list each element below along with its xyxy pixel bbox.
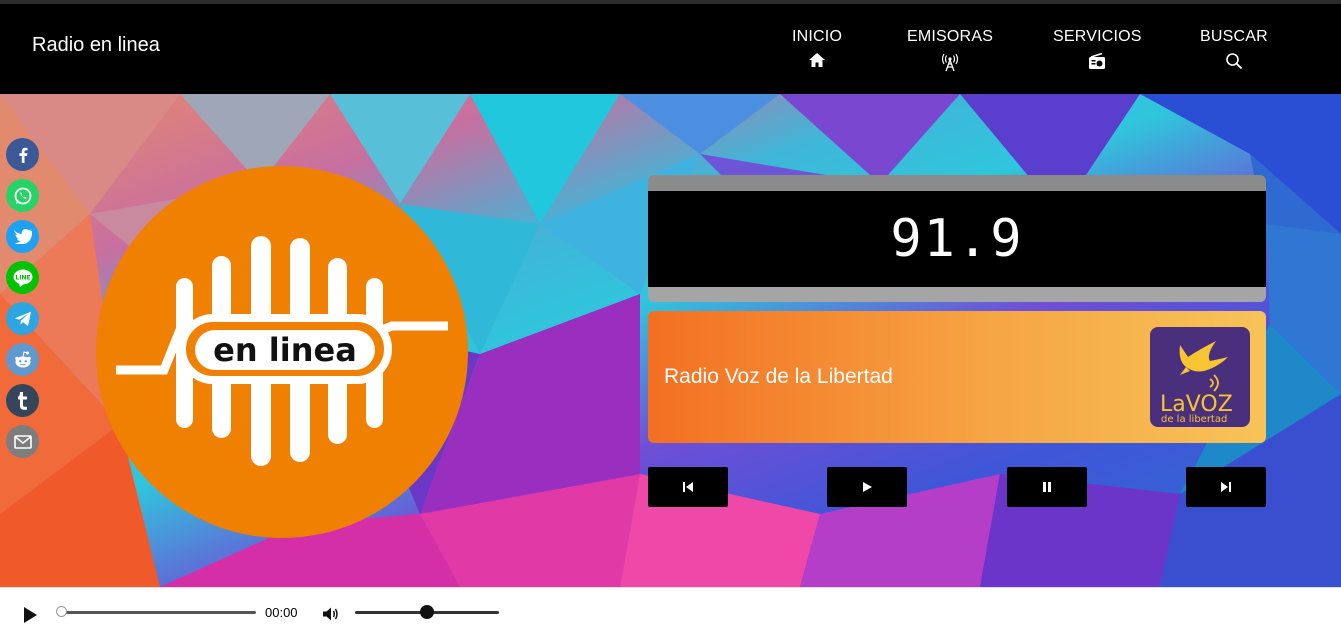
navbar: Radio en linea INICIO EMISORAS SERVICIOS… (0, 4, 1341, 94)
nav-emisoras[interactable]: EMISORAS (907, 28, 993, 72)
reddit-icon (14, 350, 31, 367)
play-icon (863, 482, 872, 492)
nav-servicios-label: SERVICIOS (1053, 28, 1142, 45)
next-button[interactable] (1186, 467, 1266, 507)
current-time: 00:00 (265, 605, 298, 620)
twitter-icon (13, 229, 32, 244)
whatsapp-icon (14, 187, 31, 204)
nav-servicios[interactable]: SERVICIOS (1053, 28, 1142, 70)
tumblr-icon (17, 391, 27, 410)
nav-emisoras-label: EMISORAS (907, 28, 994, 45)
share-email[interactable] (6, 425, 39, 458)
line-icon: LINE (13, 269, 32, 287)
search-icon (1226, 53, 1243, 70)
frequency-value: 91.9 (890, 209, 1024, 269)
svg-text:LINE: LINE (15, 274, 30, 281)
frequency-screen: 91.9 (648, 191, 1266, 287)
share-facebook[interactable] (6, 138, 39, 171)
share-whatsapp[interactable] (6, 179, 39, 212)
facebook-icon (18, 147, 27, 163)
share-line[interactable]: LINE (6, 261, 39, 294)
nav-inicio-label: INICIO (792, 28, 843, 45)
share-twitter[interactable] (6, 220, 39, 253)
share-reddit[interactable] (6, 343, 39, 376)
share-telegram[interactable] (6, 302, 39, 335)
audio-player: 00:00 (0, 587, 1341, 634)
dove-logo: LaVOZ de la libertad (1160, 341, 1233, 425)
pause-button[interactable] (1007, 467, 1087, 507)
progress-track[interactable] (60, 611, 256, 614)
volume-knob[interactable] (420, 605, 434, 619)
player-play-icon[interactable] (20, 605, 40, 625)
volume-icon[interactable] (322, 606, 340, 622)
sound-wave-logo: en linea (116, 236, 448, 466)
skip-back-icon (683, 482, 693, 492)
station-logo-sub: de la libertad (1161, 414, 1227, 425)
station-name: Radio Voz de la Libertad (664, 365, 893, 388)
station-card[interactable]: Radio Voz de la Libertad LaVOZ de la lib… (648, 311, 1266, 443)
radio-icon (1089, 52, 1106, 69)
home-icon (809, 53, 826, 67)
logo-text: en linea (213, 331, 357, 369)
play-button[interactable] (827, 467, 907, 507)
brand-logo: en linea (96, 166, 468, 538)
progress-knob[interactable] (56, 606, 67, 617)
brand-link[interactable]: Radio en linea (32, 34, 160, 57)
hero-section: LINE en linea 91.9 Radio Voz de la Liber… (0, 94, 1341, 587)
pause-icon (1043, 482, 1051, 492)
frequency-bottom-bar (648, 287, 1266, 302)
antenna-icon (941, 53, 959, 72)
skip-forward-icon (1221, 482, 1231, 492)
previous-button[interactable] (648, 467, 728, 507)
nav-buscar-label: BUSCAR (1200, 28, 1268, 45)
share-tumblr[interactable] (6, 384, 39, 417)
station-logo: LaVOZ de la libertad (1150, 327, 1250, 427)
nav-buscar[interactable]: BUSCAR (1200, 28, 1268, 70)
nav-inicio[interactable]: INICIO (792, 28, 842, 68)
email-icon (13, 434, 32, 449)
telegram-icon (14, 311, 31, 326)
frequency-display: 91.9 (648, 175, 1266, 302)
